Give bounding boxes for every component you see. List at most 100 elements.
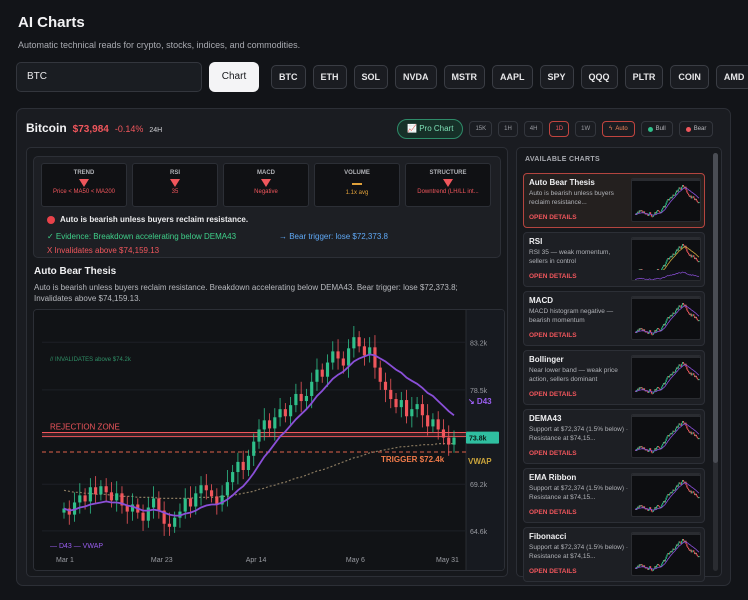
thumb-candle [695,375,698,378]
ticker-amd[interactable]: AMD [715,65,748,89]
thumb-candle [698,437,700,440]
scrollbar[interactable] [713,153,718,571]
ticker-btc[interactable]: BTC [271,65,306,89]
thumb-candle [665,556,667,560]
timeframe-1w[interactable]: 1W [575,121,597,137]
candle-body [383,381,388,390]
thumb-candle [641,210,643,212]
thumb-candle [657,386,659,388]
x-tick-label: Mar 1 [56,557,74,564]
timeframe-1h[interactable]: 1H [498,121,518,137]
thumb-candle [688,370,690,373]
card-thumbnail [631,414,701,458]
thumb-candle [641,505,643,507]
thumb-candle [666,436,668,439]
thumb-candle [677,248,679,251]
card-description: RSI 35 — weak momentum, sellers in contr… [529,249,611,265]
open-details-link[interactable]: OPEN DETAILS [529,509,577,516]
ticker-spy[interactable]: SPY [539,65,574,89]
thumb-candle [695,257,698,260]
thumb-candle [656,447,658,450]
ticker-qqq[interactable]: QQQ [580,65,618,89]
ticker-coin[interactable]: COIN [670,65,709,89]
y-tick-label: 83.2k [470,340,488,347]
y-tick-label: 78.5k [470,388,488,395]
scrollbar-thumb[interactable] [713,153,718,463]
thumb-candle [657,563,659,565]
mode-label: Bear [693,126,707,132]
thumb-candle [664,205,666,208]
ticker-sol[interactable]: SOL [353,65,389,89]
timeframe-1d[interactable]: 1D [549,121,570,137]
open-details-link[interactable]: OPEN DETAILS [529,273,577,280]
chart-card-ema-ribbon[interactable]: EMA Ribbon Support at $72,374 (1.5% below… [523,468,705,523]
y-tick-label: 69.2k [470,482,488,489]
chart-card-rsi[interactable]: RSI RSI 35 — weak momentum, sellers in co… [523,232,705,287]
candle-body [304,395,309,402]
thumb-candle [693,255,695,258]
thumb-candle [674,194,676,196]
thumbnail-chart [632,179,700,218]
evidence-text: ✓ Evidence: Breakdown accelerating below… [47,232,237,241]
thumb-candle [687,428,689,430]
ticker-eth[interactable]: ETH [312,65,347,89]
d43-label: ↘ D43 [468,397,492,406]
candle-body [225,482,229,496]
mode-auto-button[interactable]: ϟ Auto [602,121,635,137]
timeframe-4h[interactable]: 4H [523,121,544,137]
thumb-candle [679,305,681,307]
down-arrow-icon [79,179,89,187]
ticker-mstr[interactable]: MSTR [443,65,486,89]
chart-button[interactable]: Chart [209,62,259,92]
candle-body [341,358,345,366]
candle-body [436,419,440,430]
candle-body [104,486,108,493]
ticker-aapl[interactable]: AAPL [492,65,533,89]
down-arrow-icon [443,179,453,187]
card-thumbnail [631,532,701,576]
open-details-link[interactable]: OPEN DETAILS [529,391,577,398]
ticker-nvda[interactable]: NVDA [395,65,437,89]
open-details-link[interactable]: OPEN DETAILS [529,568,577,575]
thumb-candle [674,312,676,314]
thumb-candle [665,202,667,206]
thumb-candle [652,510,654,512]
asset-change: -0.14% [114,124,144,134]
chart-card-bollinger[interactable]: Bollinger Near lower band — weak price ac… [523,350,705,405]
candle-body [415,404,419,410]
thumb-candle [686,544,688,547]
open-details-link[interactable]: OPEN DETAILS [529,214,577,221]
thumb-candle [675,369,677,372]
open-details-link[interactable]: OPEN DETAILS [529,450,577,457]
candle-body [246,455,251,471]
thumb-candle [652,569,654,571]
available-charts-title: AVAILABLE CHARTS [525,156,600,163]
card-title: EMA Ribbon [529,473,577,482]
candle-body [441,429,446,438]
thumb-candle [661,504,663,507]
candle-body [278,409,282,418]
chart-card-macd[interactable]: MACD MACD histogram negative — bearish mo… [523,291,705,346]
ticker-pltr[interactable]: PLTR [624,65,664,89]
chart-card-dema43[interactable]: DEMA43 Support at $72,374 (1.5% below) · … [523,409,705,464]
thumb-candle [695,434,698,437]
price-chart[interactable]: 83.2k 78.5k 73.8k 69.2k 64.6k // INVALIDATES … [33,309,505,571]
chart-card-fibonacci[interactable]: Fibonacci Support at $72,374 (1.5% below)… [523,527,705,582]
timeframe-15k[interactable]: 15K [469,121,493,137]
mode-bull-button[interactable]: Bull [640,121,673,137]
candle-body [152,498,156,508]
card-title: DEMA43 [529,414,562,423]
thumb-candle [682,185,685,187]
open-details-link[interactable]: OPEN DETAILS [529,332,577,339]
search-input[interactable]: BTC [16,62,202,92]
mode-bear-button[interactable]: Bear [678,121,714,137]
chart-card-auto-bear-thesis[interactable]: Auto Bear Thesis Auto is bearish unless b… [523,173,705,228]
thumb-candle [675,487,677,490]
chart-legend: — D43 — VWAP [50,543,103,550]
page-title: AI Charts [18,14,85,31]
pro-chart-button[interactable]: 📈 Pro Chart [397,119,464,139]
candle-body [315,369,319,382]
thumb-candle [662,325,664,328]
price-chart-svg: 83.2k 78.5k 73.8k 69.2k 64.6k // INVALIDATES … [34,310,504,570]
card-thumbnail [631,473,701,517]
